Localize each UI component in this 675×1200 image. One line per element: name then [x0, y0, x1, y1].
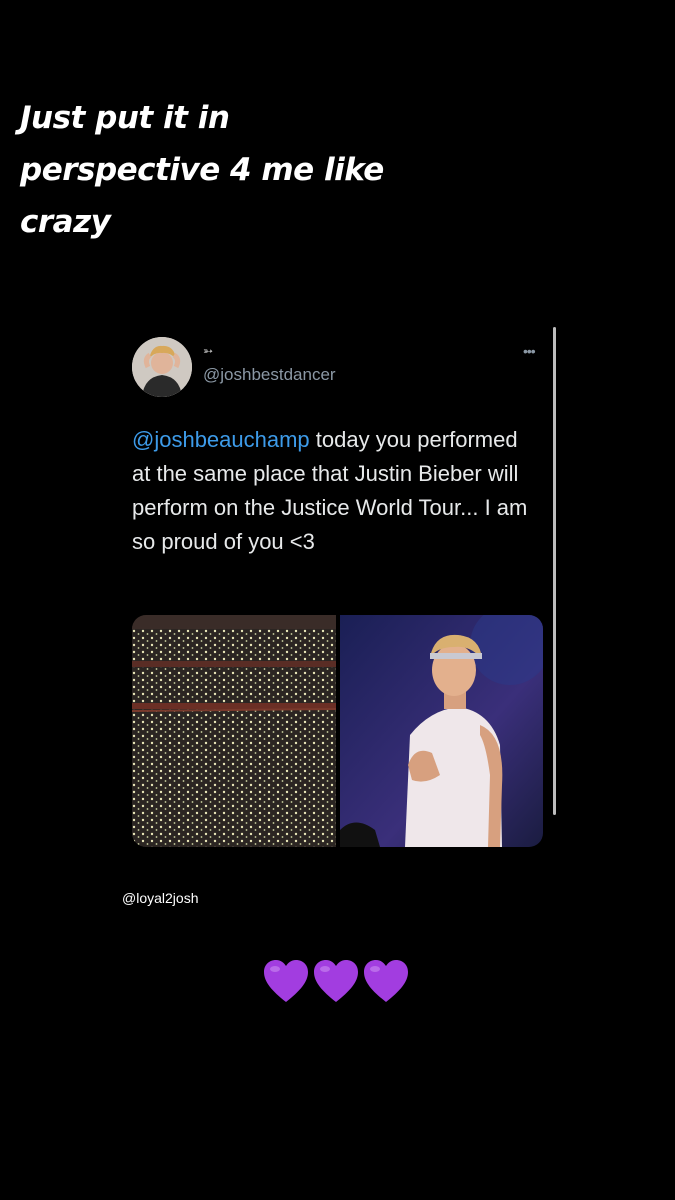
purple-heart-icon — [264, 960, 308, 1002]
mention-link[interactable]: @joshbeauchamp — [132, 427, 310, 452]
story-caption: Just put it in perspective 4 me like cra… — [20, 100, 384, 240]
scrollbar[interactable] — [553, 327, 556, 815]
performer-photo[interactable] — [339, 615, 543, 847]
purple-heart-icon — [364, 960, 408, 1002]
heart-row — [262, 958, 410, 1004]
avatar[interactable] — [132, 337, 192, 397]
tweet-handle[interactable]: @joshbestdancer — [203, 365, 336, 385]
tweet-text: @joshbeauchamp today you performed at th… — [132, 423, 532, 559]
arena-crowd-photo[interactable] — [132, 615, 336, 847]
purple-heart-icon — [314, 960, 358, 1002]
tweet-media — [132, 615, 543, 847]
tweet-screenshot: ➳ @joshbestdancer ••• @joshbeauchamp tod… — [115, 325, 560, 865]
more-options-icon[interactable]: ••• — [523, 343, 536, 359]
display-name-emoji: ➳ — [203, 344, 214, 358]
watermark-handle: @loyal2josh — [122, 890, 199, 906]
